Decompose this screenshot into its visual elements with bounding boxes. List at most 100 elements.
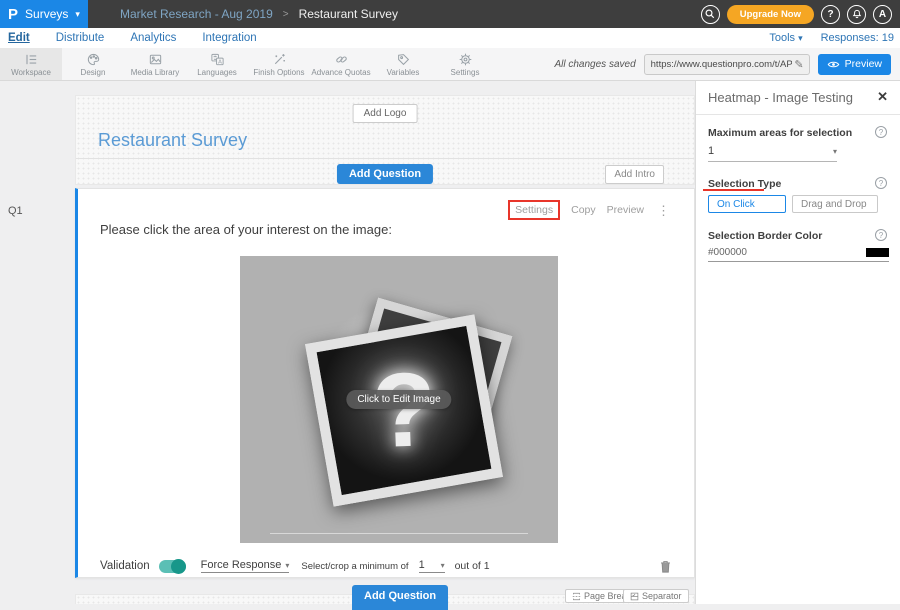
placeholder-baseline [270,533,528,534]
border-color-input[interactable] [708,247,828,258]
force-response-dropdown[interactable]: Force Response ▾ [201,559,290,573]
preview-button[interactable]: Preview [818,54,891,75]
color-swatch[interactable] [866,248,889,257]
minimum-count-dropdown[interactable]: 1 ▾ [419,559,445,573]
question-number-label: Q1 [8,205,23,217]
tools-menu[interactable]: Tools ▾ [769,32,802,44]
questionpro-logo-icon: P [8,6,18,23]
trash-icon [659,559,672,574]
toolbar-item-languages[interactable]: A Languages [186,48,248,80]
toolbar-item-advance-quotas[interactable]: Advance Quotas [310,48,372,80]
nav-tab-distribute[interactable]: Distribute [56,32,105,44]
border-color-field [708,247,889,262]
question-settings-button[interactable]: Settings [508,200,560,220]
minimum-hint-label: Select/crop a minimum of [301,561,408,572]
help-icon[interactable]: ? [875,229,887,241]
notifications-button[interactable] [847,5,866,24]
palette-icon [86,52,101,67]
divider [76,158,694,159]
validation-toggle[interactable] [159,560,186,573]
survey-url-field: ✎ [644,54,810,75]
survey-header-card: Add Logo Restaurant Survey Add Question … [75,95,695,185]
surveys-product-menu[interactable]: P Surveys ▾ [0,0,88,28]
question-text[interactable]: Please click the area of your interest o… [100,222,392,237]
question-mark-glyph: ? [370,349,438,471]
translate-icon: A [210,52,225,67]
top-bar: P Surveys ▾ Market Research - Aug 2019 >… [0,0,900,28]
eye-icon [827,59,840,70]
on-click-option[interactable]: On Click [708,195,786,213]
workspace-icon [24,52,39,67]
toolbar-item-workspace[interactable]: Workspace [0,48,62,80]
toolbar-item-finish-options[interactable]: Finish Options [248,48,310,80]
panel-title: Heatmap - Image Testing [708,90,853,105]
avatar[interactable]: A [873,5,892,24]
question-actions: Settings Copy Preview ⋮ [508,200,672,220]
breadcrumb-survey-name: Restaurant Survey [299,7,398,21]
edit-url-pencil-icon[interactable]: ✎ [794,58,808,71]
divider [696,114,900,115]
survey-url-input[interactable] [645,59,795,70]
bell-icon [851,8,863,20]
question-preview-button[interactable]: Preview [607,204,644,216]
edit-toolbar: Workspace Design Media Library A Languag… [0,48,900,81]
delete-question-button[interactable] [659,559,672,574]
toolbar-item-design[interactable]: Design [62,48,124,80]
add-question-button-top[interactable]: Add Question [337,164,433,184]
question-image-placeholder[interactable]: ? Click to Edit Image [240,256,558,543]
save-status: All changes saved [554,59,635,70]
validation-row: Validation Force Response ▾ Select/crop … [100,556,672,576]
breadcrumb-separator: > [283,9,289,20]
toolbar-item-variables[interactable]: Variables [372,48,434,80]
help-button[interactable]: ? [821,5,840,24]
nav-tab-integration[interactable]: Integration [202,32,256,44]
main-nav: Edit Distribute Analytics Integration To… [0,28,900,48]
click-to-edit-image-button[interactable]: Click to Edit Image [346,390,451,409]
drag-and-drop-option[interactable]: Drag and Drop [792,195,878,213]
photo-frame-front-icon: ? [305,314,503,506]
help-icon[interactable]: ? [875,126,887,138]
svg-text:A: A [218,59,222,65]
gear-icon [458,52,473,67]
responses-link[interactable]: Responses: 19 [821,32,894,44]
question-copy-button[interactable]: Copy [571,204,596,216]
search-icon [704,8,716,20]
chevron-down-icon: ▾ [285,561,289,570]
image-icon [148,52,163,67]
toggle-knob [171,559,186,574]
search-button[interactable] [701,5,720,24]
question-settings-panel: Heatmap - Image Testing ✕ Maximum areas … [695,81,900,604]
tag-icon [396,52,411,67]
page-break-icon [572,592,581,601]
selection-type-buttons: On Click Drag and Drop [708,195,878,213]
add-question-button-bottom[interactable]: Add Question [352,585,448,610]
kebab-menu-icon[interactable]: ⋮ [655,204,672,217]
out-of-label: out of 1 [455,560,490,572]
nav-right: Tools ▾ Responses: 19 [769,32,894,44]
help-icon[interactable]: ? [875,177,887,189]
chevron-down-icon: ▾ [75,10,80,19]
breadcrumb-folder[interactable]: Market Research - Aug 2019 [120,7,273,21]
border-color-label: Selection Border Color [708,230,822,242]
close-icon[interactable]: ✕ [877,89,888,105]
add-intro-button[interactable]: Add Intro [605,165,664,184]
topbar-actions: Upgrade Now ? A [701,0,892,28]
separator-button[interactable]: Separator [623,589,689,603]
survey-title[interactable]: Restaurant Survey [98,130,247,151]
toolbar-item-settings[interactable]: Settings [434,48,496,80]
max-areas-label: Maximum areas for selection [708,127,852,139]
toolbar-right: All changes saved ✎ Preview [554,48,891,80]
upgrade-now-button[interactable]: Upgrade Now [727,5,814,24]
nav-tab-analytics[interactable]: Analytics [130,32,176,44]
chevron-down-icon: ▾ [441,561,445,570]
question-card: Settings Copy Preview ⋮ Please click the… [75,188,695,578]
add-logo-button[interactable]: Add Logo [353,104,418,123]
annotation-underline [703,189,764,191]
separator-icon [630,592,639,601]
chevron-down-icon: ▾ [798,33,803,43]
toolbar-item-media-library[interactable]: Media Library [124,48,186,80]
product-name: Surveys [25,7,68,21]
nav-tab-edit[interactable]: Edit [8,32,30,44]
validation-label: Validation [100,560,150,572]
max-areas-select[interactable]: 1 ▾ [708,145,837,162]
